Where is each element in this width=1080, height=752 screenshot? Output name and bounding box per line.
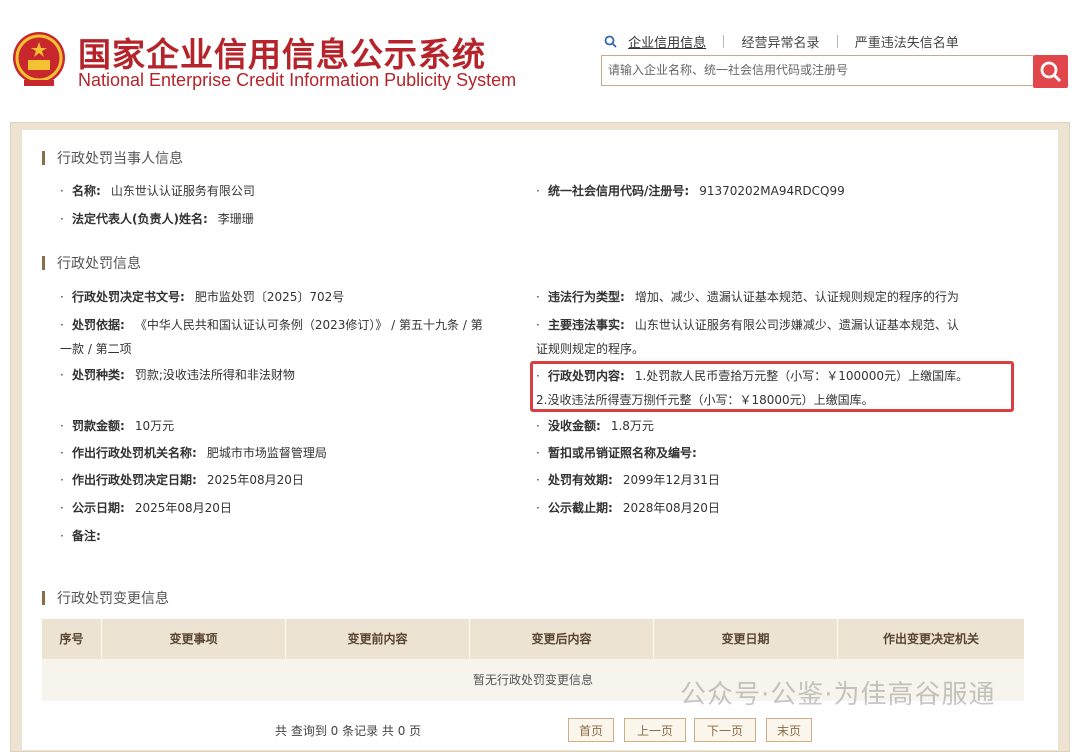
section-title-change: 行政处罚变更信息 xyxy=(42,588,169,608)
field-confiscation: · 没收金额: 1.8万元 xyxy=(536,419,654,433)
nav-link-abnormal-list[interactable]: 经营异常名录 xyxy=(741,32,819,51)
field-fine: · 罚款金额: 10万元 xyxy=(60,419,175,433)
search-button[interactable] xyxy=(1033,55,1068,88)
field-facts: · 主要违法事实: 山东世认认证服务有限公司涉嫌减少、遗漏认证基本规范、认 证规则规… xyxy=(536,318,959,356)
search-icon xyxy=(1040,61,1061,82)
search-input[interactable]: 请输入企业名称、统一社会信用代码或注册号 xyxy=(601,55,1033,86)
pager-prev-button[interactable]: 上一页 xyxy=(624,718,686,742)
national-emblem-icon xyxy=(13,32,65,86)
column-header: 变更后内容 xyxy=(470,619,654,659)
field-name: · 名称: 山东世认认证服务有限公司 xyxy=(60,184,255,198)
site-title-en: National Enterprise Credit Information P… xyxy=(78,70,517,90)
field-doc-no: · 行政处罚决定书文号: 肥市监处罚〔2025〕702号 xyxy=(60,290,345,304)
nav-link-credit-info[interactable]: 企业信用信息 xyxy=(628,32,706,51)
nav-divider xyxy=(836,35,838,48)
field-validity: · 处罚有效期: 2099年12月31日 xyxy=(536,473,720,487)
nav-divider xyxy=(723,35,725,48)
field-publish-end: · 公示截止期: 2028年08月20日 xyxy=(536,501,720,515)
section-title-party: 行政处罚当事人信息 xyxy=(42,148,183,168)
column-header: 序号 xyxy=(42,619,102,659)
watermark-text: 公众号·公鉴·为佳高谷服通 xyxy=(680,680,996,710)
change-table-header: 序号 变更事项 变更前内容 变更后内容 变更日期 作出变更决定机关 xyxy=(42,619,1024,659)
field-decision-date: · 作出行政处罚决定日期: 2025年08月20日 xyxy=(60,473,304,487)
pager-first-button[interactable]: 首页 xyxy=(568,718,614,742)
field-authority: · 作出行政处罚机关名称: 肥城市市场监督管理局 xyxy=(60,446,327,460)
field-violation-type: · 违法行为类型: 增加、减少、遗漏认证基本规范、认证规则规定的程序的行为 xyxy=(536,290,959,304)
field-license: · 暂扣或吊销证照名称及编号: xyxy=(536,446,697,460)
pager-next-button[interactable]: 下一页 xyxy=(694,718,756,742)
site-title-cn: 国家企业信用信息公示系统 xyxy=(78,35,486,74)
search-icon xyxy=(604,35,617,48)
section-title-penalty: 行政处罚信息 xyxy=(42,253,141,273)
column-header: 作出变更决定机关 xyxy=(882,632,979,646)
top-nav: 企业信用信息 经营异常名录 严重违法失信名单 xyxy=(604,32,959,51)
pager-info: 共 查询到 0 条记录 共 0 页 xyxy=(275,724,422,738)
field-basis: · 处罚依据: 《中华人民共和国认证认可条例（2023修订）》 / 第五十九条 / … xyxy=(60,318,483,356)
site-header: 国家企业信用信息公示系统 National Enterprise Credit … xyxy=(0,0,1080,108)
highlight-box xyxy=(530,361,1014,412)
column-header: 变更前内容 xyxy=(286,619,470,659)
field-legal-rep: · 法定代表人(负责人)姓名: 李珊珊 xyxy=(60,212,254,226)
nav-link-dishonest-list[interactable]: 严重违法失信名单 xyxy=(855,32,959,51)
column-header: 变更事项 xyxy=(102,619,286,659)
field-credit-code: · 统一社会信用代码/注册号: 91370202MA94RDCQ99 xyxy=(536,184,845,198)
field-publish-date: · 公示日期: 2025年08月20日 xyxy=(60,501,232,515)
column-header: 变更日期 xyxy=(654,619,838,659)
pager-last-button[interactable]: 末页 xyxy=(766,718,812,742)
field-remark: · 备注: xyxy=(60,529,101,543)
field-kind: · 处罚种类: 罚款;没收违法所得和非法财物 xyxy=(60,368,295,382)
